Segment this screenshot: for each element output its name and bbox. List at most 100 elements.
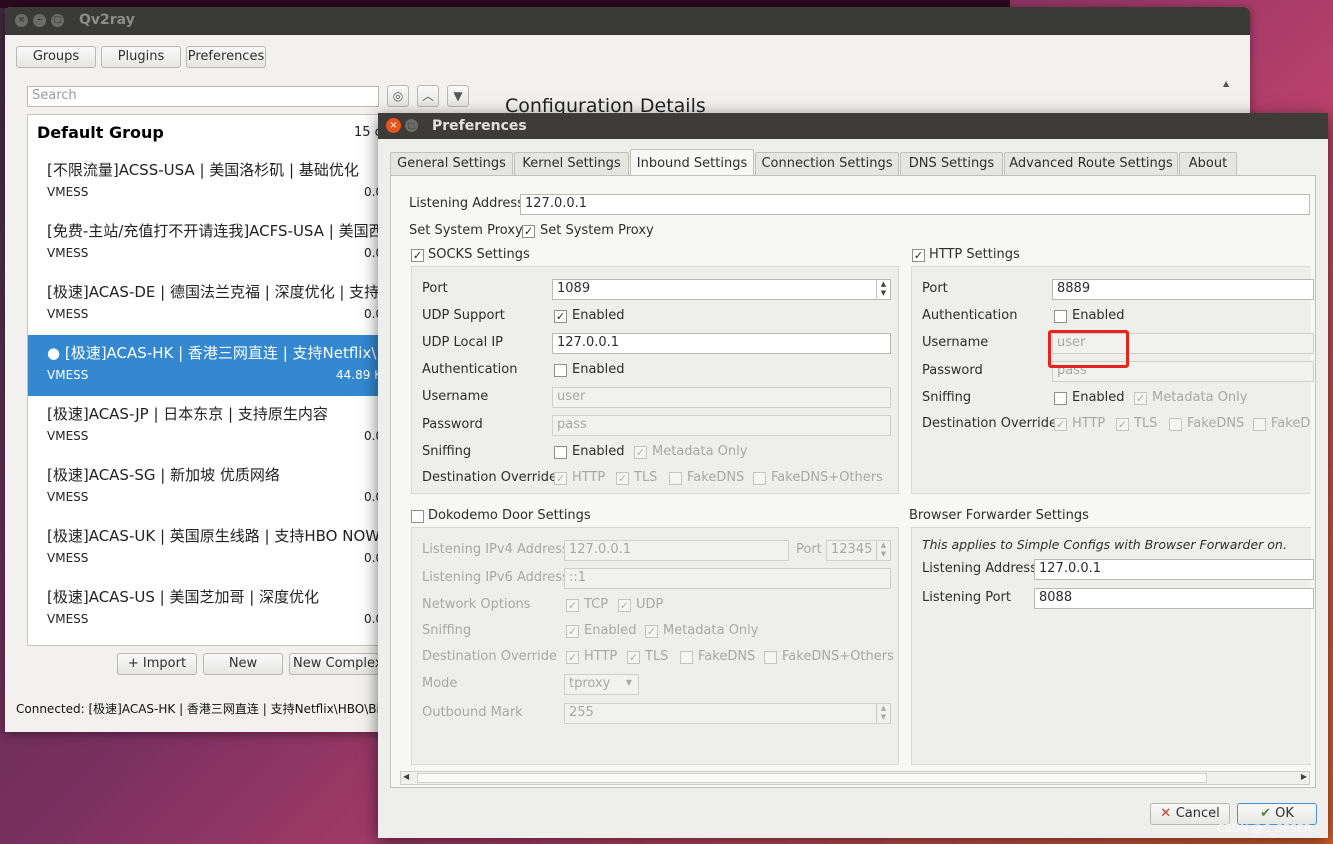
ipv4-address-input[interactable]: 127.0.0.1 [564,540,789,561]
dokodemo-override-tls-checkbox[interactable]: ✓ [627,651,640,664]
listening-address-input[interactable]: 127.0.0.1 [520,194,1310,215]
spin-arrows-icon[interactable]: ▲ ▼ [876,541,890,560]
tab-advanced-route-settings[interactable]: Advanced Route Settings [1004,152,1178,176]
socks-override-fakedns-checkbox[interactable] [669,472,682,485]
list-item[interactable]: [极速]ACAS-JP | 日本东京 | 支持原生内容 VMESS 0.0 [28,396,386,457]
import-button[interactable]: + Import [117,653,197,675]
inbound-settings-page: Listening Address 127.0.0.1 Set System P… [390,175,1316,788]
socks-sniffing-label: Sniffing [422,444,472,459]
udp-checkbox[interactable]: ✓ [618,599,631,612]
connection-name: [免费-主站/充值打不开请连我]ACFS-USA | 美国西 [47,222,384,240]
browser-address-input[interactable]: 127.0.0.1 [1034,559,1314,580]
dokodemo-override-tls-label: TLS [645,649,669,664]
tab-about[interactable]: About [1179,152,1237,176]
highlight-annotation [1048,330,1129,368]
cancel-label: Cancel [1175,806,1220,821]
dokodemo-settings-checkbox[interactable] [411,510,424,523]
tab-dns-settings[interactable]: DNS Settings [900,152,1003,176]
http-settings-group: Port 8889 Authentication Enabled Usernam… [911,266,1314,494]
dokodemo-override-fakedns-checkbox[interactable] [680,651,693,664]
socks-auth-enabled-label: Enabled [572,362,625,377]
http-port-spinbox[interactable]: 8889 [1052,279,1314,300]
http-override-http-checkbox[interactable]: ✓ [1054,418,1067,431]
plugins-button[interactable]: Plugins [101,46,181,68]
dokodemo-override-fakedns-others-checkbox[interactable] [764,651,777,664]
groups-button[interactable]: Groups [16,46,96,68]
list-item[interactable]: [极速]ACAS-SG | 新加坡 优质网络 VMESS 0.0 [28,457,386,518]
maximize-icon[interactable]: □ [405,119,418,132]
connection-list[interactable]: Default Group 15 c [不限流量]ACSS-USA | 美国洛杉… [27,114,387,646]
http-metadata-only-checkbox[interactable]: ✓ [1134,392,1147,405]
http-auth-label: Authentication [922,308,1018,323]
browser-port-label: Listening Port [922,590,1011,605]
socks-dest-override-label: Destination Override [422,470,557,485]
new-complex-button[interactable]: New Complex [289,653,379,675]
dokodemo-override-http-label: HTTP [584,649,618,664]
spin-arrows-icon[interactable]: ▲ ▼ [876,280,890,299]
search-input[interactable]: Search [27,86,379,107]
dokodemo-port-spinbox[interactable]: 12345 ▲ ▼ [826,540,891,561]
socks-settings-checkbox[interactable]: ✓ [411,249,424,262]
list-item[interactable]: [极速]ACAS-DE | 德国法兰克福 | 深度优化 | 支持 VMESS 0… [28,274,386,335]
maximize-icon[interactable]: □ [51,14,64,27]
socks-auth-checkbox[interactable] [554,364,567,377]
tab-connection-settings[interactable]: Connection Settings [755,152,899,176]
chevron-up-icon[interactable]: ︿ [417,85,439,107]
dokodemo-override-http-checkbox[interactable]: ✓ [566,651,579,664]
scroll-left-icon[interactable]: ◀ [403,772,409,781]
socks-username-input[interactable]: user [552,387,891,408]
socks-override-fakedns-label: FakeDNS [687,470,745,485]
spin-arrows-icon[interactable]: ▲ ▼ [876,704,890,723]
list-item[interactable]: [不限流量]ACSS-USA | 美国洛杉矶 | 基础优化 VMESS 0.0 [28,152,386,213]
udp-support-label: UDP Support [422,308,505,323]
socks-override-tls-checkbox[interactable]: ✓ [616,472,629,485]
list-item-selected[interactable]: ● [极速]ACAS-HK | 香港三网直连 | 支持Netflix\ VMES… [28,335,386,396]
scrollbar-thumb[interactable] [417,773,1207,783]
tab-kernel-settings[interactable]: Kernel Settings [514,152,629,176]
scroll-right-icon[interactable]: ▶ [1301,772,1307,781]
socks-metadata-only-label: Metadata Only [652,444,748,459]
new-button[interactable]: New [203,653,283,675]
preferences-button[interactable]: Preferences [186,46,266,68]
mode-select[interactable]: tproxy ▼ [564,674,639,695]
socks-metadata-only-checkbox[interactable]: ✓ [634,446,647,459]
tcp-checkbox[interactable]: ✓ [566,599,579,612]
chevron-down-icon[interactable]: ▼ [447,85,469,107]
preferences-titlebar: × □ Preferences [378,113,1328,139]
http-sniffing-checkbox[interactable] [1054,392,1067,405]
dokodemo-sniffing-checkbox[interactable]: ✓ [566,625,579,638]
socks-password-label: Password [422,417,483,432]
udp-local-ip-input[interactable]: 127.0.0.1 [552,333,891,354]
connection-name: [极速]ACAS-DE | 德国法兰克福 | 深度优化 | 支持 [47,283,380,301]
list-item[interactable]: [免费-主站/充值打不开请连我]ACFS-USA | 美国西 VMESS 0.0 [28,213,386,274]
http-override-fakedns-checkbox[interactable] [1169,418,1182,431]
udp-support-checkbox[interactable]: ✓ [554,310,567,323]
list-item[interactable]: [极速]ACAS-US | 美国芝加哥 | 深度优化 VMESS 0.0 [28,579,386,640]
list-item[interactable]: [极速]ACAS-UK | 英国原生线路 | 支持HBO NOW VMESS 0… [28,518,386,579]
connection-type: VMESS [47,185,89,199]
browser-port-spinbox[interactable]: 8088 [1034,588,1314,609]
outbound-mark-spinbox[interactable]: 255 ▲ ▼ [564,703,891,724]
ipv6-address-input[interactable]: ::1 [564,568,891,589]
locate-icon[interactable]: ◎ [387,85,409,107]
tab-inbound-settings[interactable]: Inbound Settings [630,149,754,177]
minimize-icon[interactable]: – [33,14,46,27]
http-override-fakedns-others-checkbox[interactable] [1253,418,1266,431]
http-settings-checkbox[interactable]: ✓ [912,249,925,262]
socks-port-spinbox[interactable]: 1089 ▲ ▼ [552,279,891,300]
socks-sniffing-checkbox[interactable] [554,446,567,459]
http-override-tls-checkbox[interactable]: ✓ [1116,418,1129,431]
tab-general-settings[interactable]: General Settings [390,152,513,176]
socks-password-input[interactable]: pass [552,415,891,436]
horizontal-scrollbar[interactable]: ◀ ▶ [400,771,1310,785]
socks-auth-label: Authentication [422,362,518,377]
http-metadata-only-label: Metadata Only [1152,390,1248,405]
system-proxy-checkbox[interactable]: ✓ [522,225,535,238]
socks-override-http-checkbox[interactable]: ✓ [554,472,567,485]
close-icon[interactable]: × [386,118,401,133]
socks-settings-title: SOCKS Settings [428,247,530,262]
http-auth-checkbox[interactable] [1054,310,1067,323]
socks-override-fakedns-others-checkbox[interactable] [753,472,766,485]
close-icon[interactable]: × [15,14,28,27]
dokodemo-metadata-only-checkbox[interactable]: ✓ [645,625,658,638]
